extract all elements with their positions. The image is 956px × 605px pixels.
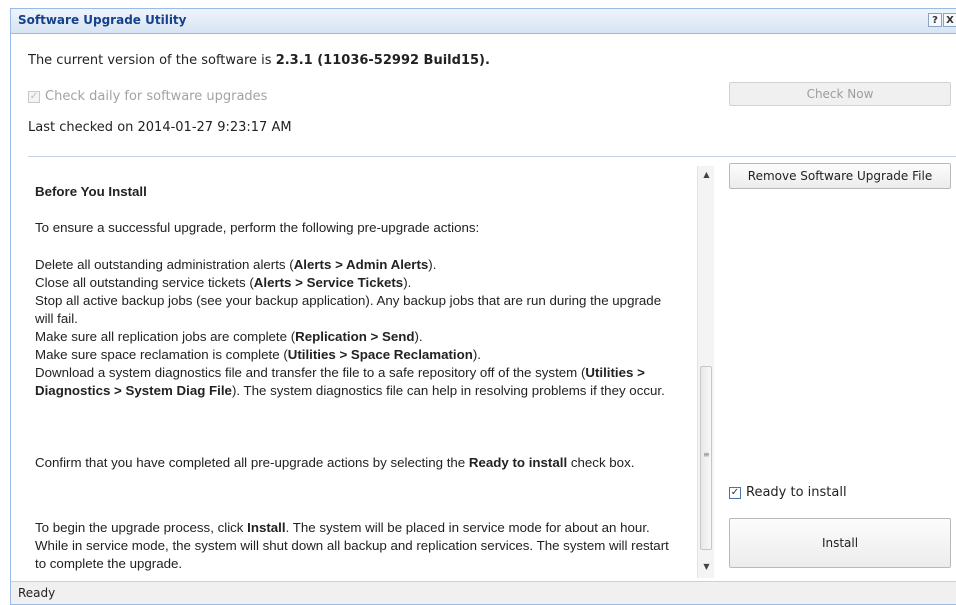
confirm-text: Confirm that you have completed all pre-… bbox=[35, 455, 635, 470]
list-item: Close all outstanding service tickets (A… bbox=[35, 275, 412, 290]
remove-upgrade-file-button[interactable]: Remove Software Upgrade File bbox=[729, 163, 951, 189]
list-item: Stop all active backup jobs (see your ba… bbox=[35, 293, 662, 326]
title-bar: Software Upgrade Utility ? X bbox=[11, 9, 956, 34]
version-value: 2.3.1 (11036-52992 Build15). bbox=[275, 53, 490, 68]
window-title: Software Upgrade Utility bbox=[18, 13, 187, 27]
last-checked-text: Last checked on 2014-01-27 9:23:17 AM bbox=[28, 120, 292, 135]
software-upgrade-window: Software Upgrade Utility ? X The current… bbox=[10, 8, 956, 605]
help-icon[interactable]: ? bbox=[928, 13, 942, 27]
current-version-line: The current version of the software is 2… bbox=[28, 53, 490, 68]
scroll-down-icon[interactable]: ▼ bbox=[698, 560, 715, 574]
check-daily-label: Check daily for software upgrades bbox=[45, 89, 268, 104]
close-icon[interactable]: X bbox=[943, 13, 956, 27]
list-item: Make sure space reclamation is complete … bbox=[35, 347, 481, 362]
vertical-scrollbar[interactable]: ▲ ≡ ▼ bbox=[697, 166, 714, 578]
install-button[interactable]: Install bbox=[729, 518, 951, 568]
intro-text: To ensure a successful upgrade, perform … bbox=[35, 220, 480, 235]
ready-to-install-row[interactable]: ✓ Ready to install bbox=[729, 485, 847, 500]
check-daily-checkbox[interactable]: ✓ bbox=[28, 90, 40, 103]
ready-to-install-label: Ready to install bbox=[746, 485, 847, 500]
list-item: Make sure all replication jobs are compl… bbox=[35, 329, 423, 344]
scroll-thumb[interactable]: ≡ bbox=[700, 366, 712, 550]
ready-to-install-checkbox[interactable]: ✓ bbox=[729, 486, 741, 499]
grip-icon: ≡ bbox=[703, 450, 710, 459]
list-item: Download a system diagnostics file and t… bbox=[35, 365, 665, 398]
content-heading: Before You Install bbox=[35, 184, 147, 199]
list-item: Delete all outstanding administration al… bbox=[35, 257, 437, 272]
status-bar: Ready bbox=[11, 581, 956, 604]
check-daily-row[interactable]: ✓ Check daily for software upgrades bbox=[28, 89, 267, 104]
check-now-button[interactable]: Check Now bbox=[729, 82, 951, 106]
status-text: Ready bbox=[18, 586, 56, 600]
begin-text: To begin the upgrade process, click Inst… bbox=[35, 520, 669, 571]
instructions-pane[interactable]: Before You Install To ensure a successfu… bbox=[28, 166, 705, 578]
scroll-up-icon[interactable]: ▲ bbox=[698, 168, 715, 182]
version-prefix: The current version of the software is bbox=[28, 53, 276, 68]
action-list: Delete all outstanding administration al… bbox=[35, 256, 680, 400]
separator bbox=[28, 156, 956, 157]
